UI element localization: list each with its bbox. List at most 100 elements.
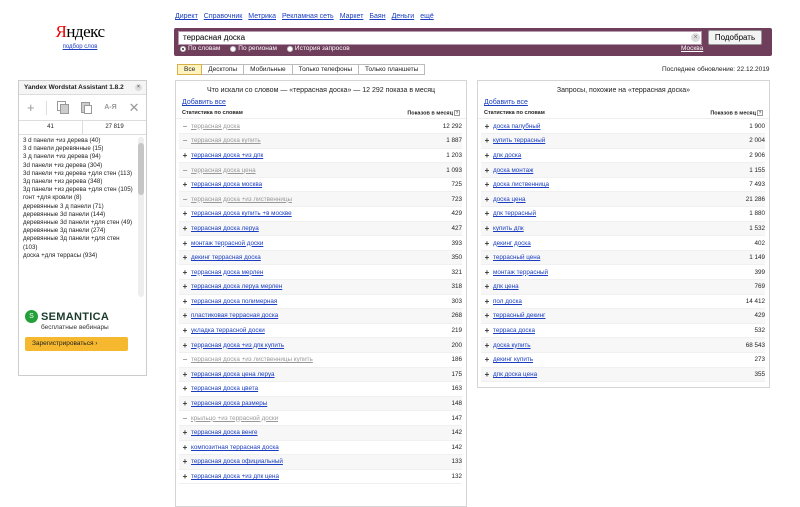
- add-word-icon[interactable]: +: [179, 311, 191, 320]
- add-word-icon[interactable]: +: [481, 180, 493, 189]
- keyword-link[interactable]: терраса доска: [493, 327, 725, 334]
- list-item[interactable]: деревянные 3d панели (144): [23, 211, 134, 219]
- keyword-link[interactable]: террасная доска леруа мерлен: [191, 283, 422, 290]
- remove-word-icon[interactable]: −: [179, 414, 191, 423]
- help-icon[interactable]: ?: [757, 110, 763, 116]
- close-icon[interactable]: ×: [135, 84, 142, 91]
- keyword-link[interactable]: террасная доска венге: [191, 429, 422, 436]
- mode-history[interactable]: История запросов: [286, 45, 350, 52]
- add-word-icon[interactable]: +: [179, 268, 191, 277]
- search-input[interactable]: террасная доска: [178, 31, 702, 45]
- tab-mobile[interactable]: Мобильные: [244, 64, 293, 75]
- topnav-link[interactable]: Директ: [175, 13, 198, 20]
- list-item[interactable]: деревянные 3д панели (274): [23, 227, 134, 235]
- add-word-icon[interactable]: +: [179, 384, 191, 393]
- topnav-link[interactable]: Маркет: [340, 13, 364, 20]
- add-word-icon[interactable]: +: [179, 399, 191, 408]
- keyword-link[interactable]: доска цена: [493, 196, 725, 203]
- keyword-link[interactable]: доска палубный: [493, 123, 725, 130]
- radio-icon[interactable]: [286, 45, 293, 52]
- logo-subtitle-link[interactable]: подбор слов: [50, 44, 110, 50]
- list-item[interactable]: 3 д панели +из дерева (94): [23, 153, 134, 161]
- remove-word-icon[interactable]: −: [179, 355, 191, 364]
- keyword-link[interactable]: декинг доска: [493, 240, 725, 247]
- add-word-icon[interactable]: +: [481, 326, 493, 335]
- paste-icon[interactable]: [79, 100, 95, 116]
- keyword-link[interactable]: террасный цена: [493, 254, 725, 261]
- keyword-link[interactable]: дпк цена: [493, 283, 725, 290]
- yandex-logo[interactable]: Яндекс подбор слов: [50, 22, 110, 50]
- scrollbar[interactable]: [138, 137, 144, 297]
- keyword-link[interactable]: террасная доска купить: [191, 137, 422, 144]
- submit-button[interactable]: Подобрать: [708, 30, 762, 45]
- keyword-link[interactable]: террасная доска размеры: [191, 400, 422, 407]
- add-word-icon[interactable]: +: [481, 268, 493, 277]
- keyword-link[interactable]: пластиковая террасная доска: [191, 312, 422, 319]
- keyword-link[interactable]: террасная доска официальный: [191, 458, 422, 465]
- keyword-link[interactable]: декинг купить: [493, 356, 725, 363]
- list-item[interactable]: 3д панели +из дерева +для стен (105): [23, 186, 134, 194]
- plus-icon[interactable]: +: [23, 100, 39, 116]
- add-word-icon[interactable]: +: [481, 370, 493, 379]
- list-item[interactable]: деревянные 3 д панели (71): [23, 203, 134, 211]
- keyword-link[interactable]: террасная доска +из дпк: [191, 152, 422, 159]
- semantica-logo[interactable]: S SEMANTICA: [25, 310, 140, 323]
- add-word-icon[interactable]: +: [481, 151, 493, 160]
- keyword-link[interactable]: террасная доска полимерная: [191, 298, 422, 305]
- scrollbar-thumb[interactable]: [138, 143, 144, 195]
- add-word-icon[interactable]: +: [481, 209, 493, 218]
- add-word-icon[interactable]: +: [481, 239, 493, 248]
- add-word-icon[interactable]: +: [481, 122, 493, 131]
- tab-phones-only[interactable]: Только телефоны: [292, 64, 360, 75]
- list-item[interactable]: гонт +для кровли (8): [23, 194, 134, 202]
- keyword-link[interactable]: дпк доска: [493, 152, 725, 159]
- keyword-link[interactable]: террасный декинг: [493, 312, 725, 319]
- add-word-icon[interactable]: +: [481, 166, 493, 175]
- add-word-icon[interactable]: +: [481, 297, 493, 306]
- add-word-icon[interactable]: +: [179, 253, 191, 262]
- add-word-icon[interactable]: +: [481, 195, 493, 204]
- topnav-link[interactable]: Баян: [369, 13, 385, 20]
- keyword-link[interactable]: монтаж террасный: [493, 269, 725, 276]
- tab-desktops[interactable]: Десктопы: [202, 64, 245, 75]
- keyword-link[interactable]: террасная доска купить +в москве: [191, 210, 422, 217]
- tab-tablets-only[interactable]: Только планшеты: [359, 64, 426, 75]
- list-item[interactable]: доска +для террасы (934): [23, 252, 134, 260]
- keyword-link[interactable]: террасная доска +из лиственницы купить: [191, 356, 422, 363]
- add-word-icon[interactable]: +: [481, 355, 493, 364]
- add-word-icon[interactable]: +: [179, 151, 191, 160]
- remove-word-icon[interactable]: −: [179, 136, 191, 145]
- add-word-icon[interactable]: +: [179, 443, 191, 452]
- copy-icon[interactable]: [55, 100, 71, 116]
- keyword-link[interactable]: дпк террасный: [493, 210, 725, 217]
- add-all-link[interactable]: Добавить все: [484, 99, 769, 106]
- keyword-link[interactable]: террасная доска леруа: [191, 225, 422, 232]
- keyword-link[interactable]: монтаж террасной доски: [191, 240, 422, 247]
- sort-az-icon[interactable]: А-Я: [102, 100, 118, 116]
- add-word-icon[interactable]: +: [179, 341, 191, 350]
- keyword-link[interactable]: крыльцо +из террасной доски: [191, 415, 422, 422]
- add-word-icon[interactable]: +: [179, 282, 191, 291]
- list-item[interactable]: деревянные 3д панели +для стен (103): [23, 235, 134, 251]
- keyword-link[interactable]: укладка террасной доски: [191, 327, 422, 334]
- add-word-icon[interactable]: +: [481, 282, 493, 291]
- list-item[interactable]: 3d панели +из дерева +для стен (113): [23, 170, 134, 178]
- add-word-icon[interactable]: +: [179, 180, 191, 189]
- remove-word-icon[interactable]: −: [179, 195, 191, 204]
- add-word-icon[interactable]: +: [179, 428, 191, 437]
- keyword-link[interactable]: пол доска: [493, 298, 725, 305]
- list-item[interactable]: 3d панели +из дерева (304): [23, 162, 134, 170]
- list-item[interactable]: деревянные 3d панели +для стен (49): [23, 219, 134, 227]
- remove-word-icon[interactable]: −: [179, 166, 191, 175]
- keyword-link[interactable]: террасная доска цена: [191, 167, 422, 174]
- keyword-link[interactable]: террасная доска цена леруа: [191, 371, 422, 378]
- topnav-link[interactable]: Деньги: [392, 13, 415, 20]
- clear-list-icon[interactable]: ✕: [126, 100, 142, 116]
- keyword-link[interactable]: композитная террасная доска: [191, 444, 422, 451]
- keyword-link[interactable]: террасная доска +из лиственницы: [191, 196, 422, 203]
- keyword-link[interactable]: террасная доска +из дпк купить: [191, 342, 422, 349]
- region-link[interactable]: Москва: [681, 45, 703, 52]
- keyword-link[interactable]: купить террасный: [493, 137, 725, 144]
- topnav-link[interactable]: Рекламная сеть: [282, 13, 334, 20]
- list-item[interactable]: 3 d панели +из дерева (40): [23, 137, 134, 145]
